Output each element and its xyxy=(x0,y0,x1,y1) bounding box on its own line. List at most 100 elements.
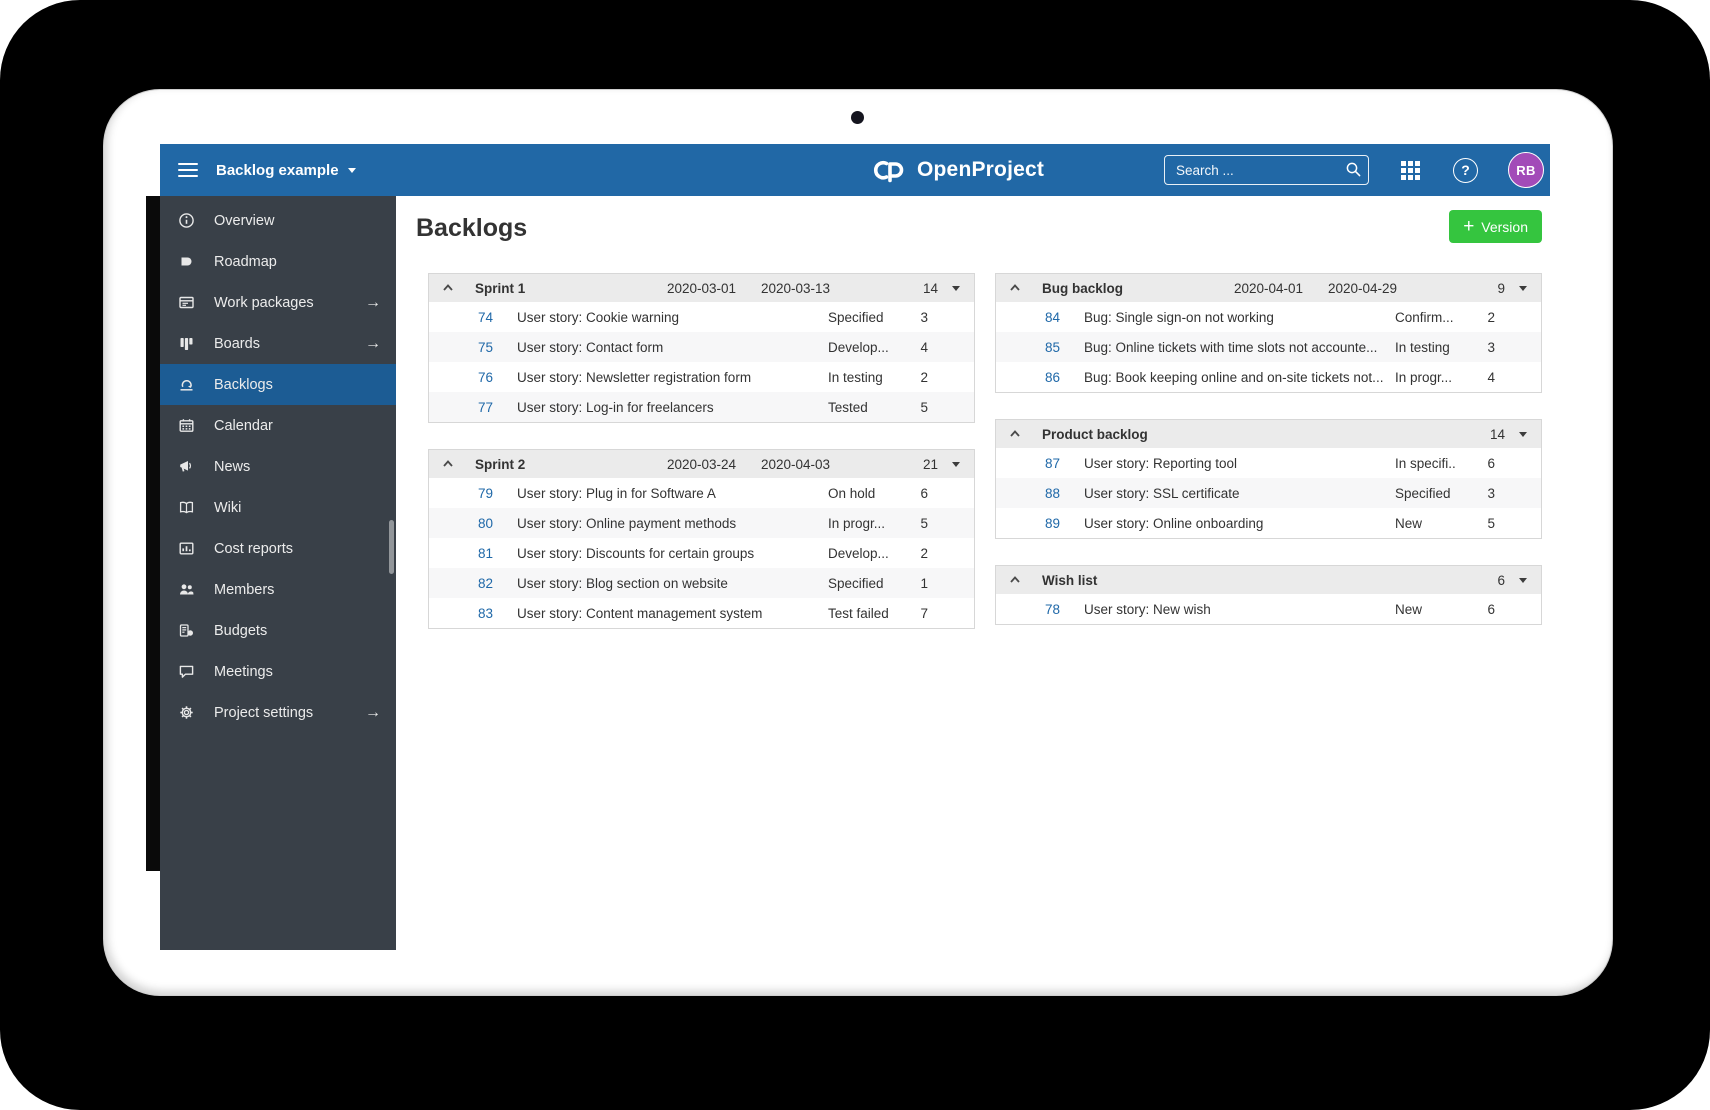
sidebar-item-label: Overview xyxy=(214,212,275,229)
chevron-up-icon[interactable] xyxy=(1008,427,1022,441)
sidebar-scrollbar[interactable] xyxy=(389,520,394,574)
work-item-subject: User story: Online onboarding xyxy=(1084,515,1264,531)
backlog-points-count: 6 xyxy=(1497,572,1505,588)
work-item-id-link[interactable]: 78 xyxy=(996,602,1060,617)
chevron-up-icon[interactable] xyxy=(1008,573,1022,587)
menu-caret-icon[interactable] xyxy=(1505,285,1541,291)
backlog-row: 83 User story: Content management system… xyxy=(429,598,974,628)
work-item-subject: User story: New wish xyxy=(1084,601,1211,617)
work-item-subject: User story: SSL certificate xyxy=(1084,485,1240,501)
page-title: Backlogs xyxy=(416,214,528,242)
cost-reports-icon xyxy=(178,540,195,557)
add-version-button[interactable]: + Version xyxy=(1449,210,1542,243)
work-item-id-link[interactable]: 79 xyxy=(429,486,493,501)
work-item-status: Test failed xyxy=(828,605,889,621)
budgets-icon xyxy=(178,622,195,639)
sidebar-item-roadmap[interactable]: Roadmap → xyxy=(160,241,396,282)
arrow-right-icon[interactable]: → xyxy=(365,704,381,722)
camera-dot xyxy=(851,111,864,124)
avatar[interactable]: RB xyxy=(1508,152,1544,188)
sidebar-item-news[interactable]: News → xyxy=(160,446,396,487)
project-name: Backlog example xyxy=(216,161,339,179)
work-item-subject: Bug: Online tickets with time slots not … xyxy=(1084,339,1378,355)
search-input[interactable] xyxy=(1164,155,1369,185)
sidebar-item-work-packages[interactable]: Work packages → xyxy=(160,282,396,323)
sidebar-item-backlogs[interactable]: Backlogs → xyxy=(160,364,396,405)
project-selector[interactable]: Backlog example xyxy=(216,162,356,179)
chevron-up-icon[interactable] xyxy=(1008,281,1022,295)
apps-grid-icon[interactable] xyxy=(1401,160,1420,180)
menu-caret-icon[interactable] xyxy=(1505,577,1541,583)
sidebar-item-meetings[interactable]: Meetings → xyxy=(160,651,396,692)
tablet-frame: Backlog example OpenProject Search ... ?… xyxy=(104,90,1612,995)
work-item-points: 3 xyxy=(1487,485,1495,501)
backlog-box-sprint-2: Sprint 2 2020-03-24 2020-04-03 21 79 Use… xyxy=(428,449,975,629)
backlog-header: Sprint 2 2020-03-24 2020-04-03 21 xyxy=(429,450,974,478)
backlog-box-product-backlog: Product backlog 14 87 User story: Report… xyxy=(995,419,1542,539)
work-item-id-link[interactable]: 81 xyxy=(429,546,493,561)
work-item-id-link[interactable]: 77 xyxy=(429,400,493,415)
sidebar-item-cost-reports[interactable]: Cost reports → xyxy=(160,528,396,569)
backlog-row: 86 Bug: Book keeping online and on-site … xyxy=(996,362,1541,392)
work-item-points: 1 xyxy=(920,575,928,591)
work-item-subject: User story: Newsletter registration form xyxy=(517,369,752,385)
work-item-points: 7 xyxy=(920,605,928,621)
wiki-icon xyxy=(178,499,195,516)
work-item-points: 4 xyxy=(1487,369,1495,385)
work-item-id-link[interactable]: 87 xyxy=(996,456,1060,471)
sidebar-item-label: Roadmap xyxy=(214,253,277,270)
work-item-subject: User story: Contact form xyxy=(517,339,664,355)
work-item-id-link[interactable]: 85 xyxy=(996,340,1060,355)
backlog-row: 75 User story: Contact form Develop... 4 xyxy=(429,332,974,362)
chevron-up-icon[interactable] xyxy=(441,281,455,295)
backlog-name: Product backlog xyxy=(1042,426,1148,442)
search-icon[interactable] xyxy=(1345,161,1362,178)
sidebar-item-budgets[interactable]: Budgets → xyxy=(160,610,396,651)
backlog-end-date: 2020-04-03 xyxy=(760,456,830,472)
chevron-up-icon[interactable] xyxy=(441,457,455,471)
menu-caret-icon[interactable] xyxy=(938,285,974,291)
settings-icon xyxy=(178,704,195,721)
logo-wordmark: OpenProject xyxy=(917,158,1045,181)
work-item-points: 5 xyxy=(920,399,928,415)
work-item-points: 5 xyxy=(1487,515,1495,531)
topbar: Backlog example OpenProject Search ... ?… xyxy=(160,144,1550,196)
hamburger-menu-icon[interactable] xyxy=(178,162,198,178)
backlog-row: 87 User story: Reporting tool In specifi… xyxy=(996,448,1541,478)
work-item-id-link[interactable]: 82 xyxy=(429,576,493,591)
work-item-id-link[interactable]: 80 xyxy=(429,516,493,531)
arrow-right-icon[interactable]: → xyxy=(365,335,381,353)
sidebar-item-label: Wiki xyxy=(214,499,242,516)
work-item-id-link[interactable]: 88 xyxy=(996,486,1060,501)
work-item-id-link[interactable]: 86 xyxy=(996,370,1060,385)
menu-caret-icon[interactable] xyxy=(938,461,974,467)
sidebar-item-label: Calendar xyxy=(214,417,273,434)
sidebar-item-overview[interactable]: Overview → xyxy=(160,200,396,241)
work-item-status: Develop... xyxy=(828,339,889,355)
arrow-right-icon[interactable]: → xyxy=(365,294,381,312)
sidebar-item-project-settings[interactable]: Project settings → xyxy=(160,692,396,733)
work-item-id-link[interactable]: 76 xyxy=(429,370,493,385)
sidebar-item-calendar[interactable]: Calendar → xyxy=(160,405,396,446)
work-item-id-link[interactable]: 84 xyxy=(996,310,1060,325)
backlog-points-count: 21 xyxy=(922,456,938,472)
chevron-down-icon xyxy=(347,167,356,173)
work-item-status: On hold xyxy=(828,485,876,501)
openproject-logo[interactable]: OpenProject xyxy=(870,144,1044,196)
work-item-id-link[interactable]: 75 xyxy=(429,340,493,355)
backlog-start-date: 2020-03-01 xyxy=(666,280,736,296)
work-item-id-link[interactable]: 74 xyxy=(429,310,493,325)
sidebar-item-wiki[interactable]: Wiki → xyxy=(160,487,396,528)
menu-caret-icon[interactable] xyxy=(1505,431,1541,437)
work-item-status: In progr... xyxy=(828,515,886,531)
canvas: Backlog example OpenProject Search ... ?… xyxy=(0,0,1710,1110)
sidebar-item-members[interactable]: Members → xyxy=(160,569,396,610)
work-packages-icon xyxy=(178,294,195,311)
help-icon[interactable]: ? xyxy=(1453,157,1478,183)
work-item-id-link[interactable]: 83 xyxy=(429,606,493,621)
work-item-id-link[interactable]: 89 xyxy=(996,516,1060,531)
backlog-name: Wish list xyxy=(1042,572,1098,588)
app-screen: Backlog example OpenProject Search ... ?… xyxy=(160,144,1550,950)
sidebar-item-boards[interactable]: Boards → xyxy=(160,323,396,364)
sidebar-item-label: Meetings xyxy=(214,663,273,680)
